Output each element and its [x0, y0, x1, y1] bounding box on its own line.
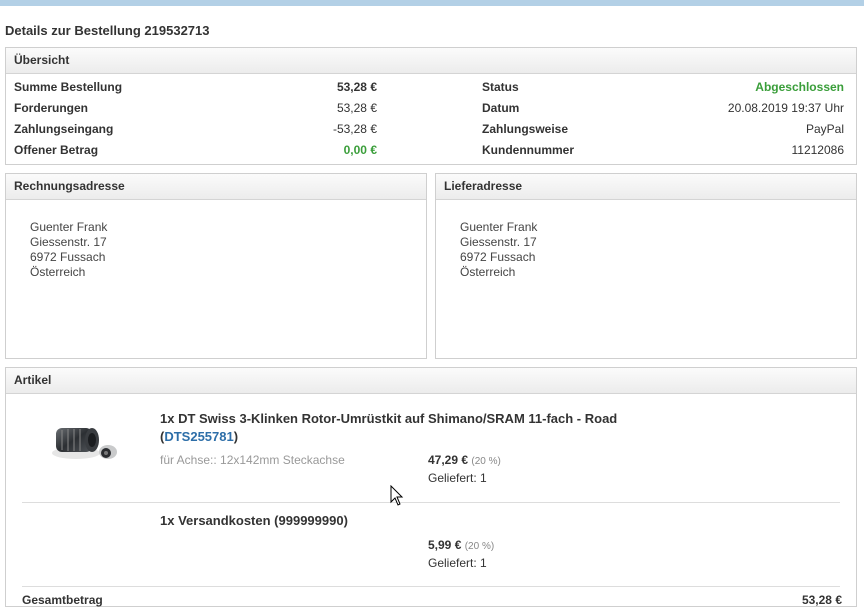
billing-address-panel: Rechnungsadresse Guenter Frank Giessenst…: [5, 173, 427, 359]
sku-link[interactable]: DTS255781: [164, 429, 233, 444]
billing-address: Guenter Frank Giessenstr. 17 6972 Fussac…: [30, 220, 107, 280]
shipping-address-panel: Lieferadresse Guenter Frank Giessenstr. …: [435, 173, 857, 359]
billing-city: 6972 Fussach: [30, 250, 106, 264]
overview-value-zahlungseingang: -53,28 €: [332, 122, 377, 136]
item-divider: [22, 502, 840, 503]
articles-header: Artikel: [6, 368, 856, 394]
overview-value-forderungen: 53,28 €: [336, 101, 377, 115]
overview-label-zahlungseingang: Zahlungseingang: [14, 122, 114, 136]
overview-label-kundennummer: Kundennummer: [482, 143, 575, 157]
shipping-tax: (20 %): [464, 541, 495, 552]
overview-value-kundennummer: 11212086: [791, 143, 845, 157]
overview-header: Übersicht: [6, 48, 856, 74]
item-price-block: 47,29 € (20 %) Geliefert: 1: [428, 452, 501, 486]
articles-panel: Artikel: [5, 367, 857, 607]
billing-name: Guenter Frank: [30, 220, 108, 234]
overview-value-summe: 53,28 €: [336, 80, 377, 94]
shipping-name: Guenter Frank: [460, 220, 538, 234]
overview-value-offener-betrag: 0,00 €: [343, 143, 377, 157]
sku-paren-close: ): [233, 429, 239, 444]
total-label: Gesamtbetrag: [22, 593, 103, 607]
overview-label-zahlungsweise: Zahlungsweise: [482, 122, 569, 136]
shipping-price: 5,99 €: [428, 538, 462, 552]
item-title-text: 1x DT Swiss 3-Klinken Rotor-Umrüstkit au…: [160, 411, 618, 426]
overview-label-forderungen: Forderungen: [14, 101, 88, 115]
shipping-delivered: Geliefert: 1: [428, 556, 487, 570]
status-badge: Abgeschlossen: [755, 80, 844, 94]
item-tax: (20 %): [471, 456, 501, 467]
billing-address-header: Rechnungsadresse: [6, 174, 426, 200]
overview-value-zahlungsweise: PayPal: [805, 122, 844, 136]
mouse-pointer-icon: [390, 485, 404, 506]
billing-street: Giessenstr. 17: [30, 235, 107, 249]
item-option: für Achse:: 12x142mm Steckachse: [160, 453, 345, 467]
shipping-address: Guenter Frank Giessenstr. 17 6972 Fussac…: [460, 220, 537, 280]
overview-label-offener-betrag: Offener Betrag: [14, 143, 99, 157]
shipping-cost-title: 1x Versandkosten (999999990): [160, 513, 348, 528]
shipping-address-header: Lieferadresse: [436, 174, 856, 200]
top-accent-bar: [0, 0, 864, 6]
overview-label-datum: Datum: [482, 101, 520, 115]
overview-label-summe: Summe Bestellung: [14, 80, 123, 94]
item-price: 47,29 €: [428, 453, 469, 467]
total-value: 53,28 €: [801, 593, 842, 607]
item-delivered: Geliefert: 1: [428, 471, 487, 485]
product-image[interactable]: [46, 418, 126, 466]
shipping-city: 6972 Fussach: [460, 250, 536, 264]
page-title: Details zur Bestellung 219532713: [5, 23, 210, 38]
item-title[interactable]: 1x DT Swiss 3-Klinken Rotor-Umrüstkit au…: [160, 410, 720, 446]
overview-value-datum: 20.08.2019 19:37 Uhr: [727, 101, 844, 115]
billing-country: Österreich: [30, 265, 86, 279]
overview-label-status: Status: [482, 80, 519, 94]
shipping-country: Österreich: [460, 265, 516, 279]
shipping-street: Giessenstr. 17: [460, 235, 537, 249]
shipping-price-block: 5,99 € (20 %) Geliefert: 1: [428, 537, 494, 571]
total-divider: [22, 586, 840, 587]
